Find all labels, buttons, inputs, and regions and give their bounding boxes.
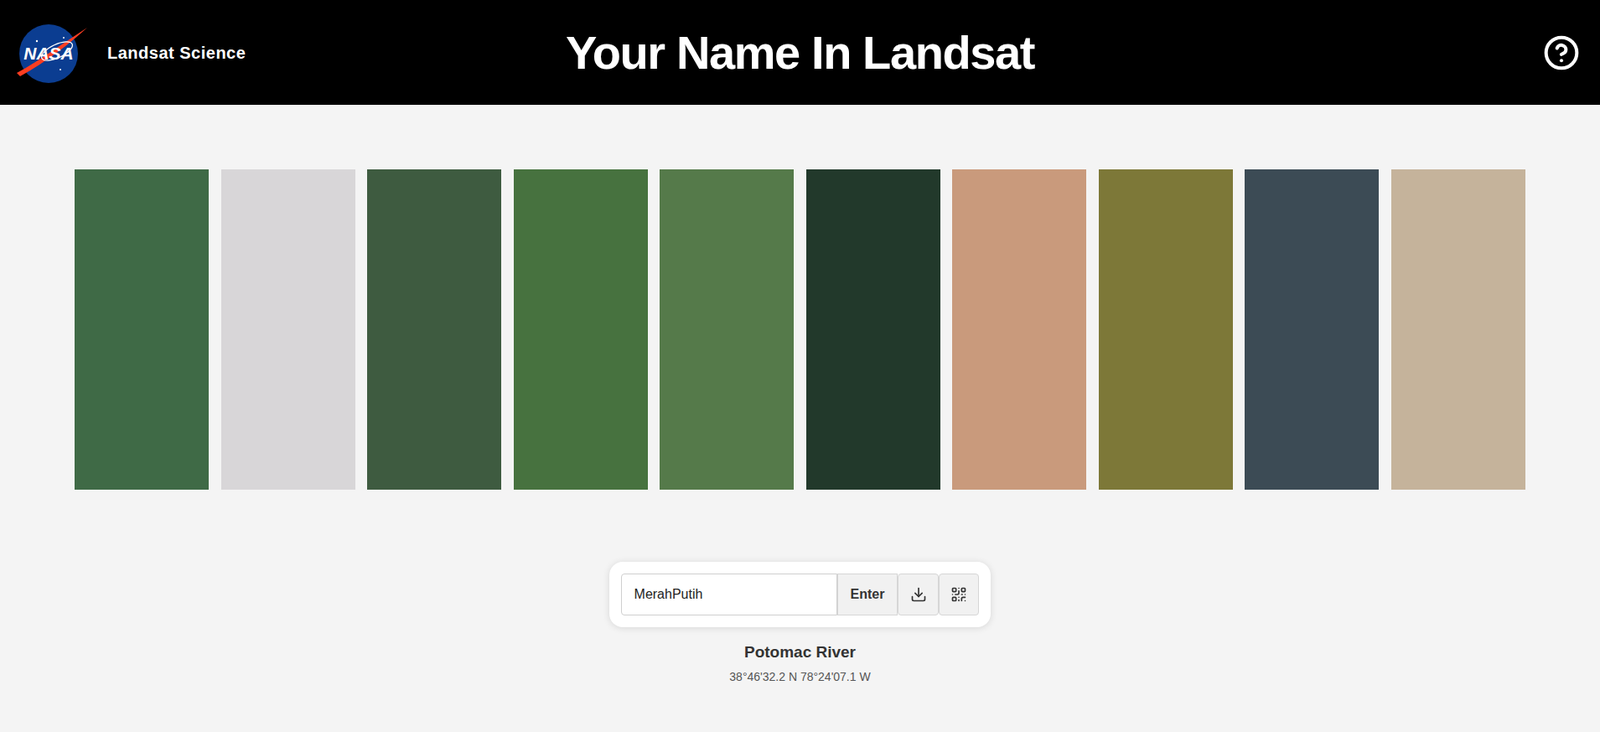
page: NASA Landsat Science Your Name In Landsat E… bbox=[0, 0, 1600, 732]
svg-text:NASA: NASA bbox=[23, 43, 74, 63]
name-input[interactable] bbox=[621, 573, 838, 616]
location-coordinates: 38°46'32.2 N 78°24'07.1 W bbox=[729, 667, 870, 686]
qr-code-icon bbox=[950, 585, 968, 603]
page-title: Your Name In Landsat bbox=[545, 17, 1055, 89]
letter-tile bbox=[952, 169, 1087, 490]
enter-button[interactable]: Enter bbox=[837, 573, 899, 616]
letter-tile bbox=[1098, 169, 1233, 490]
letter-tile bbox=[513, 169, 648, 490]
location: Potomac River 38°46'32.2 N 78°24'07.1 W bbox=[0, 640, 1600, 686]
letter-tile bbox=[659, 169, 794, 490]
nasa-logo-icon: NASA bbox=[13, 17, 89, 89]
location-name: Potomac River bbox=[744, 640, 856, 665]
search-card: Enter bbox=[609, 561, 992, 627]
brand[interactable]: NASA Landsat Science bbox=[13, 17, 546, 89]
site-name[interactable]: Landsat Science bbox=[107, 40, 246, 66]
letter-tile bbox=[806, 169, 941, 490]
download-icon bbox=[910, 585, 927, 603]
letter-tile bbox=[367, 169, 502, 490]
help-icon[interactable] bbox=[1543, 34, 1580, 72]
letter-tile bbox=[1244, 169, 1379, 490]
header: NASA Landsat Science Your Name In Landsat bbox=[0, 0, 1600, 105]
tile-strip bbox=[0, 169, 1600, 490]
letter-tile bbox=[74, 169, 209, 490]
letter-tile bbox=[221, 169, 356, 490]
download-button[interactable] bbox=[897, 573, 939, 616]
qr-button[interactable] bbox=[938, 573, 979, 616]
letter-tile bbox=[1391, 169, 1526, 490]
